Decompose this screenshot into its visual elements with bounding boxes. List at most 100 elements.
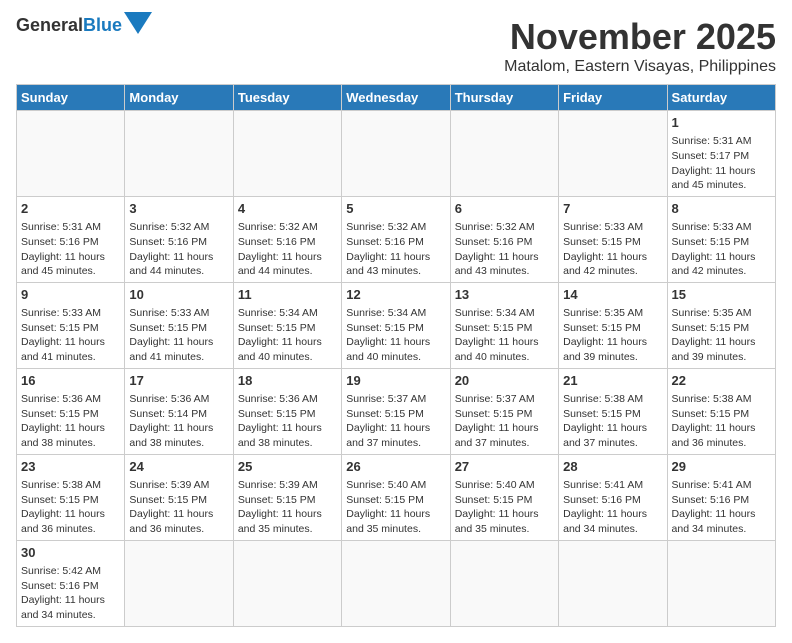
calendar-cell: 8 Sunrise: 5:33 AMSunset: 5:15 PMDaylight… [667, 196, 775, 282]
day-number: 10 [129, 286, 228, 304]
day-number: 16 [21, 372, 120, 390]
day-info: Sunrise: 5:41 AMSunset: 5:16 PMDaylight:… [672, 478, 771, 537]
calendar-cell: 14Sunrise: 5:35 AMSunset: 5:15 PMDayligh… [559, 282, 667, 368]
day-number: 13 [455, 286, 554, 304]
calendar-cell [125, 111, 233, 197]
calendar-cell: 20 Sunrise: 5:37 AMSunset: 5:15 PMDayligh… [450, 368, 558, 454]
calendar-cell: 11 Sunrise: 5:34 AMSunset: 5:15 PMDayligh… [233, 282, 341, 368]
calendar-cell: 6 Sunrise: 5:32 AMSunset: 5:16 PMDaylight… [450, 196, 558, 282]
day-info: Sunrise: 5:33 AMSunset: 5:15 PMDaylight:… [563, 220, 662, 279]
day-info: Sunrise: 5:34 AMSunset: 5:15 PMDaylight:… [238, 306, 337, 365]
logo-text: GeneralBlue [16, 16, 122, 34]
calendar-cell [342, 111, 450, 197]
calendar-cell: 3 Sunrise: 5:32 AMSunset: 5:16 PMDaylight… [125, 196, 233, 282]
day-info: Sunrise: 5:39 AMSunset: 5:15 PMDaylight:… [238, 478, 337, 537]
calendar-week-5: 30Sunrise: 5:42 AMSunset: 5:16 PMDayligh… [17, 540, 776, 626]
day-info: Sunrise: 5:37 AMSunset: 5:15 PMDaylight:… [455, 392, 554, 451]
day-number: 19 [346, 372, 445, 390]
calendar-cell: 29 Sunrise: 5:41 AMSunset: 5:16 PMDayligh… [667, 454, 775, 540]
calendar-cell [559, 111, 667, 197]
day-number: 4 [238, 200, 337, 218]
calendar-cell: 22 Sunrise: 5:38 AMSunset: 5:15 PMDayligh… [667, 368, 775, 454]
day-info: Sunrise: 5:41 AMSunset: 5:16 PMDaylight:… [563, 478, 662, 537]
day-info: Sunrise: 5:33 AMSunset: 5:15 PMDaylight:… [672, 220, 771, 279]
day-number: 17 [129, 372, 228, 390]
calendar-cell: 21 Sunrise: 5:38 AMSunset: 5:15 PMDayligh… [559, 368, 667, 454]
calendar-cell: 30Sunrise: 5:42 AMSunset: 5:16 PMDayligh… [17, 540, 125, 626]
day-number: 12 [346, 286, 445, 304]
day-number: 5 [346, 200, 445, 218]
day-number: 11 [238, 286, 337, 304]
calendar-cell [233, 540, 341, 626]
day-info: Sunrise: 5:39 AMSunset: 5:15 PMDaylight:… [129, 478, 228, 537]
day-number: 26 [346, 458, 445, 476]
day-number: 20 [455, 372, 554, 390]
day-info: Sunrise: 5:36 AMSunset: 5:15 PMDaylight:… [238, 392, 337, 451]
day-info: Sunrise: 5:33 AMSunset: 5:15 PMDaylight:… [21, 306, 120, 365]
calendar-cell [559, 540, 667, 626]
day-info: Sunrise: 5:38 AMSunset: 5:15 PMDaylight:… [563, 392, 662, 451]
day-info: Sunrise: 5:32 AMSunset: 5:16 PMDaylight:… [455, 220, 554, 279]
month-year: November 2025 [504, 16, 776, 58]
day-info: Sunrise: 5:34 AMSunset: 5:15 PMDaylight:… [346, 306, 445, 365]
day-number: 18 [238, 372, 337, 390]
calendar-cell: 23Sunrise: 5:38 AMSunset: 5:15 PMDayligh… [17, 454, 125, 540]
calendar-cell [342, 540, 450, 626]
day-number: 21 [563, 372, 662, 390]
calendar-week-2: 9Sunrise: 5:33 AMSunset: 5:15 PMDaylight… [17, 282, 776, 368]
calendar-cell [233, 111, 341, 197]
day-number: 8 [672, 200, 771, 218]
day-info: Sunrise: 5:38 AMSunset: 5:15 PMDaylight:… [672, 392, 771, 451]
day-info: Sunrise: 5:35 AMSunset: 5:15 PMDaylight:… [672, 306, 771, 365]
logo-icon [124, 12, 152, 34]
day-info: Sunrise: 5:38 AMSunset: 5:15 PMDaylight:… [21, 478, 120, 537]
calendar-cell: 9Sunrise: 5:33 AMSunset: 5:15 PMDaylight… [17, 282, 125, 368]
day-info: Sunrise: 5:32 AMSunset: 5:16 PMDaylight:… [238, 220, 337, 279]
calendar-cell: 28Sunrise: 5:41 AMSunset: 5:16 PMDayligh… [559, 454, 667, 540]
day-info: Sunrise: 5:31 AMSunset: 5:17 PMDaylight:… [672, 134, 771, 193]
header-sunday: Sunday [17, 85, 125, 111]
calendar-cell [667, 540, 775, 626]
day-number: 25 [238, 458, 337, 476]
calendar-cell [125, 540, 233, 626]
calendar-cell: 10 Sunrise: 5:33 AMSunset: 5:15 PMDayligh… [125, 282, 233, 368]
day-number: 22 [672, 372, 771, 390]
day-number: 29 [672, 458, 771, 476]
location: Matalom, Eastern Visayas, Philippines [504, 58, 776, 76]
header-saturday: Saturday [667, 85, 775, 111]
calendar-cell [17, 111, 125, 197]
day-info: Sunrise: 5:42 AMSunset: 5:16 PMDaylight:… [21, 564, 120, 623]
day-info: Sunrise: 5:40 AMSunset: 5:15 PMDaylight:… [455, 478, 554, 537]
header-friday: Friday [559, 85, 667, 111]
day-info: Sunrise: 5:33 AMSunset: 5:15 PMDaylight:… [129, 306, 228, 365]
calendar-cell: 16Sunrise: 5:36 AMSunset: 5:15 PMDayligh… [17, 368, 125, 454]
day-info: Sunrise: 5:36 AMSunset: 5:14 PMDaylight:… [129, 392, 228, 451]
calendar-cell: 26Sunrise: 5:40 AMSunset: 5:15 PMDayligh… [342, 454, 450, 540]
calendar-cell: 17 Sunrise: 5:36 AMSunset: 5:14 PMDayligh… [125, 368, 233, 454]
day-number: 15 [672, 286, 771, 304]
calendar-cell: 5 Sunrise: 5:32 AMSunset: 5:16 PMDaylight… [342, 196, 450, 282]
header-wednesday: Wednesday [342, 85, 450, 111]
calendar-cell: 1 Sunrise: 5:31 AMSunset: 5:17 PMDaylight… [667, 111, 775, 197]
calendar-week-1: 2 Sunrise: 5:31 AMSunset: 5:16 PMDaylight… [17, 196, 776, 282]
day-info: Sunrise: 5:32 AMSunset: 5:16 PMDaylight:… [129, 220, 228, 279]
day-info: Sunrise: 5:32 AMSunset: 5:16 PMDaylight:… [346, 220, 445, 279]
calendar-cell [450, 111, 558, 197]
day-number: 2 [21, 200, 120, 218]
header-thursday: Thursday [450, 85, 558, 111]
day-number: 1 [672, 114, 771, 132]
calendar-cell: 27Sunrise: 5:40 AMSunset: 5:15 PMDayligh… [450, 454, 558, 540]
header-monday: Monday [125, 85, 233, 111]
calendar-cell [450, 540, 558, 626]
logo: GeneralBlue [16, 16, 152, 34]
day-number: 24 [129, 458, 228, 476]
title-block: November 2025 Matalom, Eastern Visayas, … [504, 16, 776, 76]
calendar-cell: 12 Sunrise: 5:34 AMSunset: 5:15 PMDayligh… [342, 282, 450, 368]
calendar-header-row: SundayMondayTuesdayWednesdayThursdayFrid… [17, 85, 776, 111]
calendar-week-4: 23Sunrise: 5:38 AMSunset: 5:15 PMDayligh… [17, 454, 776, 540]
day-number: 3 [129, 200, 228, 218]
calendar-week-0: 1 Sunrise: 5:31 AMSunset: 5:17 PMDaylight… [17, 111, 776, 197]
day-info: Sunrise: 5:31 AMSunset: 5:16 PMDaylight:… [21, 220, 120, 279]
day-number: 6 [455, 200, 554, 218]
day-info: Sunrise: 5:37 AMSunset: 5:15 PMDaylight:… [346, 392, 445, 451]
